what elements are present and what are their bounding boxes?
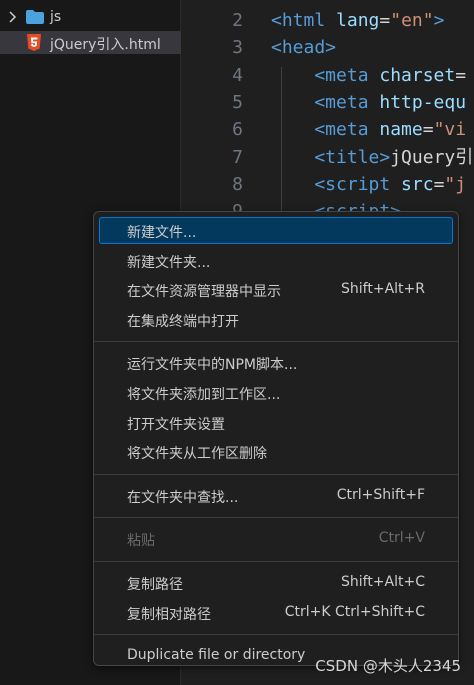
menu-item-remove-folder-from-workspace[interactable]: 将文件夹从工作区删除	[99, 438, 453, 465]
menu-item-new-folder[interactable]: 新建文件夹...	[99, 247, 453, 274]
menu-item-shortcut: Shift+Alt+C	[340, 574, 425, 590]
line-number: 7	[232, 146, 243, 168]
menu-item-copy-path[interactable]: 复制路径 Shift+Alt+C	[99, 569, 453, 596]
code-token: lang	[336, 10, 380, 31]
code-token: name	[379, 119, 423, 141]
code-token: >	[433, 10, 445, 31]
tree-item-file-jquery-html[interactable]: jQuery引入.html	[0, 31, 181, 54]
menu-item-shortcut: Shift+Alt+R	[341, 281, 425, 298]
code-token: <head>	[271, 37, 337, 59]
code-token: <meta	[271, 91, 380, 113]
menu-item-label: 复制路径	[127, 577, 183, 593]
tree-item-folder-js[interactable]: js	[0, 6, 181, 29]
code-token: =	[422, 119, 434, 141]
line-number: 4	[232, 64, 243, 86]
code-token: =	[433, 173, 445, 195]
menu-item-label: 在文件资源管理器中显示	[127, 284, 281, 301]
menu-item-add-folder-to-workspace[interactable]: 将文件夹添加到工作区...	[99, 379, 453, 406]
menu-item-label: 打开文件夹设置	[127, 416, 225, 433]
menu-item-shortcut: Ctrl+Shift+F	[336, 486, 425, 503]
code-token: <meta	[271, 119, 380, 141]
code-text: <meta charset=	[271, 62, 466, 89]
code-token: "vi	[433, 119, 467, 141]
code-text: <meta name="vi	[271, 116, 466, 143]
menu-item-label: 粘贴	[127, 533, 155, 550]
line-number: 2	[232, 10, 243, 31]
menu-separator	[94, 341, 458, 343]
code-text: <script src="j	[271, 171, 466, 198]
menu-item-label: 运行文件夹中的NPM脚本...	[127, 357, 298, 374]
code-token: jQuery引	[390, 146, 474, 168]
menu-item-reveal-in-explorer[interactable]: 在文件资源管理器中显示 Shift+Alt+R	[99, 276, 453, 303]
menu-separator	[94, 473, 458, 475]
html5-file-icon	[27, 34, 41, 51]
menu-item-label: 将文件夹从工作区删除	[127, 446, 267, 463]
code-text: <meta http-equ	[271, 89, 466, 116]
code-token: "en"	[390, 10, 434, 31]
line-number: 8	[232, 173, 243, 195]
menu-item-open-folder-settings[interactable]: 打开文件夹设置	[99, 409, 453, 436]
menu-item-run-npm-scripts[interactable]: 运行文件夹中的NPM脚本...	[99, 349, 453, 376]
context-menu: 新建文件... 新建文件夹... 在文件资源管理器中显示 Shift+Alt+R 在集成…	[93, 211, 459, 666]
folder-icon	[26, 10, 44, 24]
line-number: 3	[232, 37, 243, 59]
code-token: =	[455, 64, 467, 86]
menu-item-new-file[interactable]: 新建文件...	[99, 217, 453, 244]
code-token: =	[379, 10, 391, 31]
line-number: 6	[232, 119, 243, 141]
menu-item-find-in-folder[interactable]: 在文件夹中查找... Ctrl+Shift+F	[99, 482, 453, 509]
tree-item-label: jQuery引入.html	[50, 37, 161, 53]
menu-item-label: 在文件夹中查找...	[127, 489, 239, 506]
menu-item-label: 新建文件...	[127, 225, 197, 241]
code-token: <script	[271, 173, 402, 195]
indent-guide	[281, 67, 282, 217]
menu-item-label: 新建文件夹...	[127, 254, 211, 271]
code-token: <meta	[271, 64, 380, 86]
menu-item-open-in-terminal[interactable]: 在集成终端中打开	[99, 306, 453, 333]
code-text: <title>jQuery引	[271, 144, 473, 171]
menu-item-paste: 粘贴 Ctrl+V	[99, 525, 453, 552]
menu-item-label: 复制相对路径	[127, 606, 211, 623]
menu-item-label: 在集成终端中打开	[127, 313, 239, 330]
code-token: http-equ	[379, 91, 467, 113]
code-token: <html	[271, 10, 337, 31]
chevron-right-icon	[9, 11, 17, 23]
menu-item-shortcut: Ctrl+V	[378, 530, 425, 547]
watermark: CSDN @木头人2345	[315, 657, 461, 675]
menu-item-copy-relative-path[interactable]: 复制相对路径 Ctrl+K Ctrl+Shift+C	[99, 599, 453, 626]
code-text: <html lang="en">	[271, 7, 444, 34]
tree-item-label: js	[50, 9, 62, 25]
menu-item-shortcut: Ctrl+K Ctrl+Shift+C	[284, 603, 425, 620]
menu-item-label: Duplicate file or directory	[127, 647, 306, 664]
menu-separator	[94, 517, 458, 519]
code-text: <head>	[271, 34, 336, 61]
code-token: "j	[444, 173, 467, 195]
code-token: charset	[379, 64, 456, 86]
menu-item-label: 将文件夹添加到工作区...	[127, 387, 281, 403]
code-token: <title>	[271, 146, 391, 168]
menu-separator	[94, 634, 458, 636]
menu-separator	[94, 561, 458, 562]
code-token: src	[401, 173, 434, 195]
line-number: 5	[232, 91, 243, 113]
